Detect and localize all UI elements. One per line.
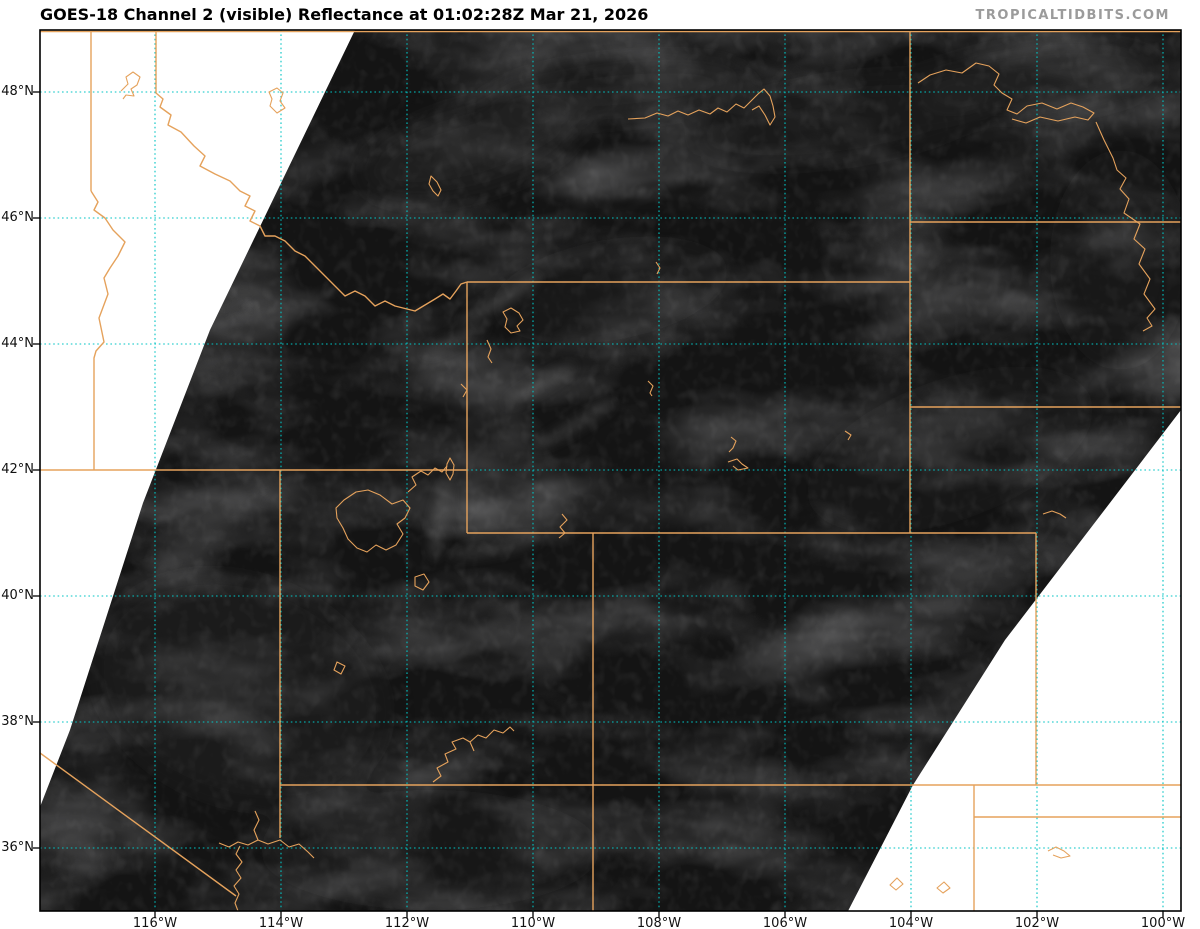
lat-label-46n: 46°N [1, 210, 34, 225]
lon-label-100w: 100°W [1140, 916, 1186, 929]
lon-label-102w: 102°W [1014, 916, 1060, 929]
lat-label-42n: 42°N [1, 462, 34, 477]
lon-label-116w: 116°W [132, 916, 178, 929]
lon-label-112w: 112°W [384, 916, 430, 929]
satellite-map [33, 29, 1182, 918]
lat-label-44n: 44°N [1, 336, 34, 351]
lat-label-36n: 36°N [1, 840, 34, 855]
lon-label-110w: 110°W [510, 916, 556, 929]
goes-satellite-viewer: GOES-18 Channel 2 (visible) Reflectance … [0, 0, 1200, 929]
lon-label-114w: 114°W [258, 916, 304, 929]
lat-label-40n: 40°N [1, 588, 34, 603]
lon-label-106w: 106°W [762, 916, 808, 929]
lat-label-48n: 48°N [1, 84, 34, 99]
lat-label-38n: 38°N [1, 714, 34, 729]
lon-label-108w: 108°W [636, 916, 682, 929]
lon-label-104w: 104°W [888, 916, 934, 929]
